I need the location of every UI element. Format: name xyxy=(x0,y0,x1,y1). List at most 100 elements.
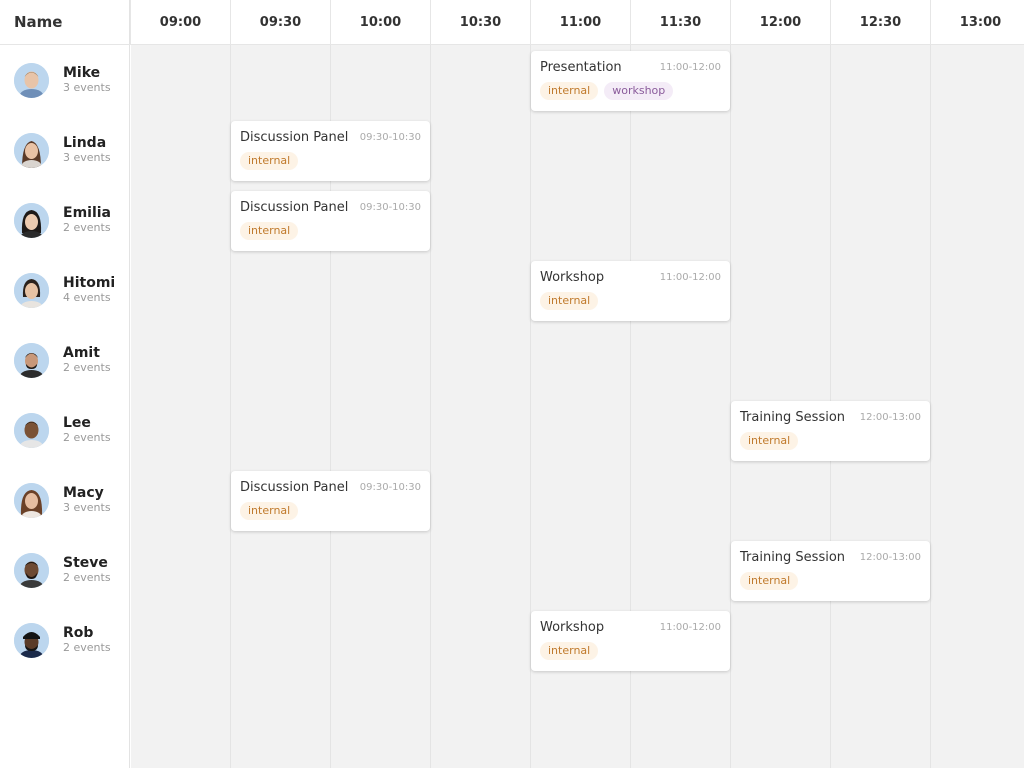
time-slot-header: 11:30 xyxy=(630,0,730,45)
avatar-image-icon xyxy=(14,202,49,238)
people-column: Name Mike 3 events Linda 3 events Emilia… xyxy=(0,0,130,768)
event-tags: internal xyxy=(540,642,599,660)
event-tags: internal xyxy=(240,152,299,170)
person-row-linda[interactable]: Linda 3 events xyxy=(0,115,130,185)
grid-divider xyxy=(930,45,931,768)
person-row-amit[interactable]: Amit 2 events xyxy=(0,325,130,395)
avatar-image-icon xyxy=(14,412,49,448)
person-event-count: 2 events xyxy=(63,361,111,374)
event-title: Training Session xyxy=(740,410,846,425)
event-tags: internal xyxy=(740,432,799,450)
person-row-mike[interactable]: Mike 3 events xyxy=(0,45,130,115)
tag-internal: internal xyxy=(240,502,299,520)
avatar xyxy=(14,202,49,238)
person-row-macy[interactable]: Macy 3 events xyxy=(0,465,130,535)
tag-internal: internal xyxy=(240,222,299,240)
tag-internal: internal xyxy=(240,152,299,170)
person-row-rob[interactable]: Rob 2 events xyxy=(0,605,130,675)
person-row-lee[interactable]: Lee 2 events xyxy=(0,395,130,465)
time-slot-header: 11:00 xyxy=(530,0,630,45)
avatar-image-icon xyxy=(14,132,49,168)
person-name: Steve xyxy=(63,555,108,571)
event-card-presentation[interactable]: Presentation 11:00-12:00 internal worksh… xyxy=(531,51,730,111)
person-name: Linda xyxy=(63,135,107,151)
event-title: Discussion Panel xyxy=(240,130,349,145)
avatar xyxy=(14,272,49,308)
event-card-training-session[interactable]: Training Session 12:00-13:00 internal xyxy=(731,541,930,601)
event-card-workshop[interactable]: Workshop 11:00-12:00 internal xyxy=(531,261,730,321)
avatar-image-icon xyxy=(14,622,49,658)
time-slot-header: 12:00 xyxy=(730,0,830,45)
tag-internal: internal xyxy=(740,572,799,590)
tag-internal: internal xyxy=(540,642,599,660)
avatar-image-icon xyxy=(14,482,49,518)
person-name: Macy xyxy=(63,485,104,501)
avatar-image-icon xyxy=(14,342,49,378)
person-name: Amit xyxy=(63,345,100,361)
person-row-hitomi[interactable]: Hitomi 4 events xyxy=(0,255,130,325)
avatar-image-icon xyxy=(14,552,49,588)
event-title: Discussion Panel xyxy=(240,480,349,495)
grid-divider xyxy=(430,45,431,768)
event-tags: internal xyxy=(740,572,799,590)
event-card-discussion-panel[interactable]: Discussion Panel 09:30-10:30 internal xyxy=(231,471,430,531)
schedule-grid[interactable]: Presentation 11:00-12:00 internal worksh… xyxy=(131,45,1024,768)
tag-internal: internal xyxy=(540,82,599,100)
event-time: 09:30-10:30 xyxy=(359,132,421,143)
person-row-emilia[interactable]: Emilia 2 events xyxy=(0,185,130,255)
person-name: Emilia xyxy=(63,205,111,221)
avatar xyxy=(14,342,49,378)
avatar xyxy=(14,552,49,588)
person-event-count: 3 events xyxy=(63,81,111,94)
time-slot-header: 12:30 xyxy=(830,0,930,45)
event-card-discussion-panel[interactable]: Discussion Panel 09:30-10:30 internal xyxy=(231,191,430,251)
person-event-count: 2 events xyxy=(63,571,111,584)
event-time: 12:00-13:00 xyxy=(859,552,921,563)
person-event-count: 2 events xyxy=(63,641,111,654)
avatar xyxy=(14,622,49,658)
time-slot-header: 10:00 xyxy=(330,0,430,45)
person-event-count: 3 events xyxy=(63,501,111,514)
event-tags: internal xyxy=(240,222,299,240)
person-event-count: 2 events xyxy=(63,221,111,234)
person-name: Hitomi xyxy=(63,275,116,291)
event-time: 12:00-13:00 xyxy=(859,412,921,423)
event-tags: internal xyxy=(540,292,599,310)
event-title: Training Session xyxy=(740,550,846,565)
event-card-training-session[interactable]: Training Session 12:00-13:00 internal xyxy=(731,401,930,461)
event-title: Discussion Panel xyxy=(240,200,349,215)
time-slot-header: 13:00 xyxy=(930,0,1024,45)
time-slot-header: 10:30 xyxy=(430,0,530,45)
avatar xyxy=(14,62,49,98)
tag-internal: internal xyxy=(740,432,799,450)
tag-workshop: workshop xyxy=(604,82,674,100)
person-name: Rob xyxy=(63,625,94,641)
tag-internal: internal xyxy=(540,292,599,310)
event-title: Workshop xyxy=(540,620,605,635)
avatar xyxy=(14,132,49,168)
person-row-steve[interactable]: Steve 2 events xyxy=(0,535,130,605)
avatar xyxy=(14,412,49,448)
event-card-workshop[interactable]: Workshop 11:00-12:00 internal xyxy=(531,611,730,671)
event-time: 11:00-12:00 xyxy=(659,272,721,283)
event-title: Workshop xyxy=(540,270,605,285)
event-time: 09:30-10:30 xyxy=(359,482,421,493)
event-card-discussion-panel[interactable]: Discussion Panel 09:30-10:30 internal xyxy=(231,121,430,181)
person-name: Lee xyxy=(63,415,91,431)
event-tags: internal xyxy=(240,502,299,520)
time-slot-header: 09:30 xyxy=(230,0,330,45)
avatar xyxy=(14,482,49,518)
avatar-image-icon xyxy=(14,62,49,98)
event-time: 11:00-12:00 xyxy=(659,622,721,633)
timeline-header: 09:00 09:30 10:00 10:30 11:00 11:30 12:0… xyxy=(130,0,1024,45)
event-title: Presentation xyxy=(540,60,622,75)
name-column-header: Name xyxy=(0,0,130,45)
event-time: 11:00-12:00 xyxy=(659,62,721,73)
avatar-image-icon xyxy=(14,272,49,308)
person-name: Mike xyxy=(63,65,101,81)
person-event-count: 2 events xyxy=(63,431,111,444)
event-time: 09:30-10:30 xyxy=(359,202,421,213)
time-slot-header: 09:00 xyxy=(130,0,230,45)
event-tags: internal workshop xyxy=(540,82,674,100)
person-event-count: 4 events xyxy=(63,291,111,304)
